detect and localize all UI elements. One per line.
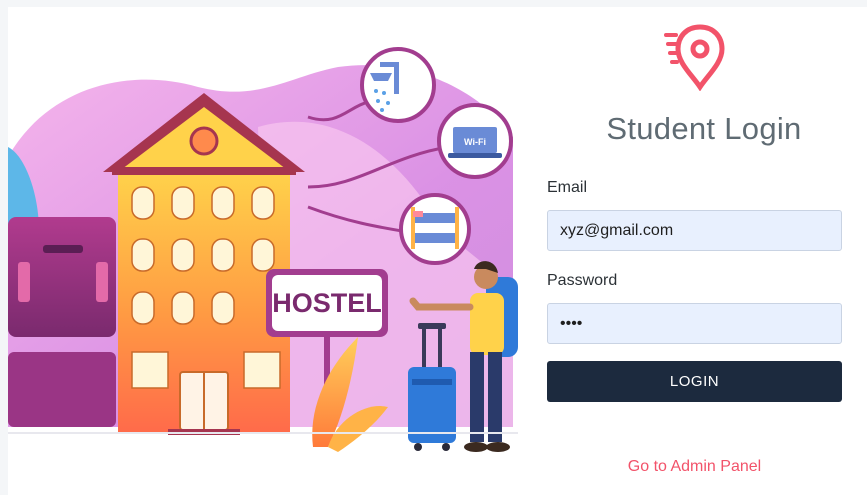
email-label: Email <box>547 179 588 196</box>
login-form-panel: Student Login Email Password LOGIN Go to… <box>547 7 847 495</box>
shower-icon <box>360 47 436 123</box>
bunk-bed-icon <box>399 193 471 265</box>
email-input[interactable] <box>547 210 842 251</box>
password-input[interactable] <box>547 303 842 344</box>
hostel-sign-text: HOSTEL <box>272 288 382 318</box>
location-pin-icon <box>664 23 726 92</box>
hostel-illustration: HOSTEL Wi-Fi <box>8 7 518 467</box>
suitcase-bag-icon <box>8 217 116 427</box>
login-button[interactable]: LOGIN <box>547 361 842 402</box>
wifi-text: Wi-Fi <box>464 137 486 147</box>
password-label: Password <box>547 272 618 289</box>
wifi-icon: Wi-Fi <box>437 103 513 179</box>
page-title: Student Login <box>606 111 802 146</box>
login-card: HOSTEL Wi-Fi Student Login Email xyz@gma… <box>8 7 867 495</box>
admin-panel-link[interactable]: Go to Admin Panel <box>547 458 842 476</box>
